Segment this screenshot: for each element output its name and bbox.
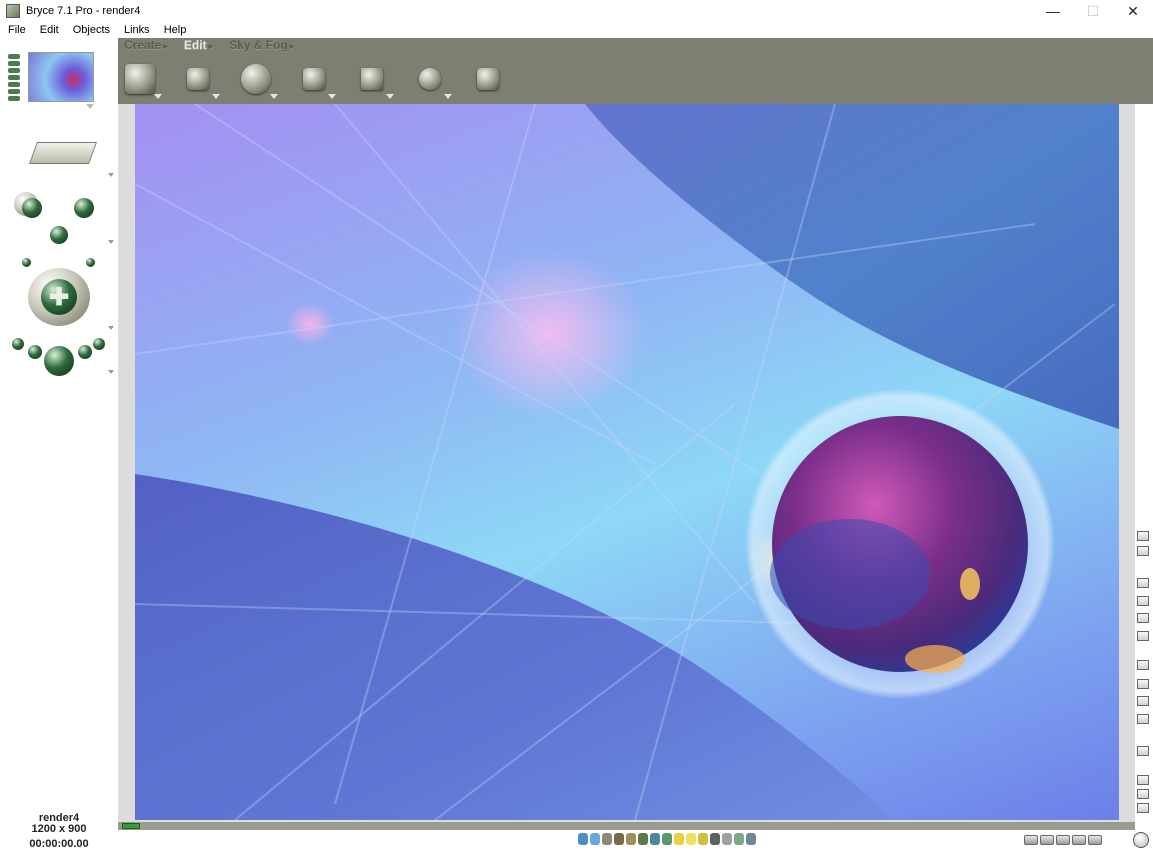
select-light-icon[interactable] bbox=[674, 833, 684, 845]
material-lab-icon[interactable] bbox=[118, 59, 162, 99]
camera-dolly-icon[interactable] bbox=[50, 226, 68, 244]
zoom-in-icon[interactable] bbox=[1137, 775, 1149, 785]
palette-tabs: Create ▸ Edit ▸ Sky & Fog ▸ bbox=[124, 38, 294, 54]
select-rock-icon[interactable] bbox=[626, 833, 636, 845]
menu-edit[interactable]: Edit bbox=[32, 24, 65, 36]
select-path-icon[interactable] bbox=[722, 833, 732, 845]
view-option-2-icon[interactable] bbox=[1137, 596, 1149, 606]
select-mesh-icon[interactable] bbox=[746, 833, 756, 845]
reposition-icon[interactable] bbox=[292, 59, 336, 99]
step-back-button[interactable] bbox=[1040, 835, 1054, 845]
rewind-button[interactable] bbox=[1024, 835, 1038, 845]
flyaround-options-caret[interactable] bbox=[108, 370, 114, 374]
window-title: Bryce 7.1 Pro - render4 bbox=[26, 5, 141, 17]
select-primitive-icon[interactable] bbox=[662, 833, 672, 845]
render-viewport[interactable] bbox=[135, 104, 1119, 820]
select-metaball-icon[interactable] bbox=[734, 833, 744, 845]
play-button[interactable] bbox=[1056, 835, 1070, 845]
view-option-7-icon[interactable] bbox=[1137, 696, 1149, 706]
eraser-icon[interactable] bbox=[1137, 546, 1149, 556]
playback-controls bbox=[1024, 835, 1102, 845]
nano-preview-thumbnail[interactable] bbox=[28, 52, 94, 102]
select-plane-icon[interactable] bbox=[602, 833, 612, 845]
right-toolbar bbox=[1135, 104, 1153, 852]
select-camera-icon[interactable] bbox=[710, 833, 720, 845]
tab-edit[interactable]: Edit ▸ bbox=[184, 38, 213, 54]
document-size: 1200 x 900 bbox=[31, 823, 87, 835]
randomize-icon[interactable] bbox=[408, 59, 452, 99]
select-terrain-icon[interactable] bbox=[614, 833, 624, 845]
view-option-4-icon[interactable] bbox=[1137, 631, 1149, 641]
pan-hand-icon[interactable] bbox=[1137, 803, 1149, 813]
cube-view-icon[interactable] bbox=[1137, 746, 1149, 756]
menu-file[interactable]: File bbox=[0, 24, 32, 36]
menu-help[interactable]: Help bbox=[156, 24, 193, 36]
minimize-button[interactable]: — bbox=[1033, 0, 1073, 22]
select-group-icon[interactable] bbox=[698, 833, 708, 845]
wireframe-toggle-icon[interactable] bbox=[1137, 531, 1149, 541]
trackball-options-caret[interactable] bbox=[108, 326, 114, 330]
flyaround-left-small-icon[interactable] bbox=[12, 338, 24, 350]
bryce-app-icon bbox=[6, 4, 20, 18]
view-option-3-icon[interactable] bbox=[1137, 613, 1149, 623]
menu-bar: File Edit Objects Links Help bbox=[0, 22, 1153, 38]
timeline-scrubber[interactable] bbox=[122, 823, 140, 829]
render-image bbox=[135, 104, 1119, 820]
selection-palette bbox=[578, 833, 756, 849]
rotate-icon[interactable] bbox=[234, 59, 278, 99]
menu-links[interactable]: Links bbox=[116, 24, 156, 36]
edit-tools bbox=[118, 56, 524, 102]
step-forward-button[interactable] bbox=[1072, 835, 1086, 845]
window-controls: — ☐ ✕ bbox=[1033, 0, 1153, 22]
align-icon[interactable] bbox=[350, 59, 394, 99]
select-tree-icon[interactable] bbox=[638, 833, 648, 845]
select-light2-icon[interactable] bbox=[686, 833, 696, 845]
flyaround-left-icon[interactable] bbox=[28, 345, 42, 359]
flyaround-right-small-icon[interactable] bbox=[93, 338, 105, 350]
fast-forward-button[interactable] bbox=[1088, 835, 1102, 845]
tab-sky-fog[interactable]: Sky & Fog ▸ bbox=[229, 38, 294, 54]
camera-trackball-icon[interactable]: ✚ bbox=[28, 268, 90, 326]
camera-cross-control-icon[interactable] bbox=[22, 198, 42, 218]
animation-timeline[interactable] bbox=[118, 822, 1135, 830]
view-options-caret[interactable] bbox=[108, 173, 114, 177]
nano-preview-options-caret[interactable] bbox=[86, 104, 94, 109]
bank-left-icon[interactable] bbox=[22, 258, 31, 267]
select-water-icon[interactable] bbox=[578, 833, 588, 845]
bank-right-icon[interactable] bbox=[86, 258, 95, 267]
camera-cross-control-right-icon[interactable] bbox=[74, 198, 94, 218]
maximize-button[interactable]: ☐ bbox=[1073, 0, 1113, 22]
flyaround-right-icon[interactable] bbox=[78, 345, 92, 359]
resize-icon[interactable] bbox=[176, 59, 220, 99]
view-option-5-icon[interactable] bbox=[1137, 660, 1149, 670]
select-lattice-icon[interactable] bbox=[650, 833, 660, 845]
view-option-8-icon[interactable] bbox=[1137, 714, 1149, 724]
animation-time: 00:00:00.00 bbox=[29, 838, 89, 850]
title-bar: Bryce 7.1 Pro - render4 — ☐ ✕ bbox=[0, 0, 1153, 22]
terrain-editor-icon[interactable] bbox=[466, 59, 510, 99]
view-control-icon[interactable] bbox=[28, 114, 98, 172]
tab-create[interactable]: Create ▸ bbox=[124, 38, 168, 54]
select-sky-icon[interactable] bbox=[590, 833, 600, 845]
close-button[interactable]: ✕ bbox=[1113, 0, 1153, 22]
zoom-out-icon[interactable] bbox=[1137, 789, 1149, 799]
flyaround-center-icon[interactable] bbox=[44, 346, 74, 376]
view-option-6-icon[interactable] bbox=[1137, 679, 1149, 689]
cross-control-options-caret[interactable] bbox=[108, 240, 114, 244]
view-option-1-icon[interactable] bbox=[1137, 578, 1149, 588]
menu-objects[interactable]: Objects bbox=[65, 24, 116, 36]
globe-icon[interactable] bbox=[1133, 832, 1149, 848]
view-memory-dots[interactable] bbox=[8, 54, 20, 104]
